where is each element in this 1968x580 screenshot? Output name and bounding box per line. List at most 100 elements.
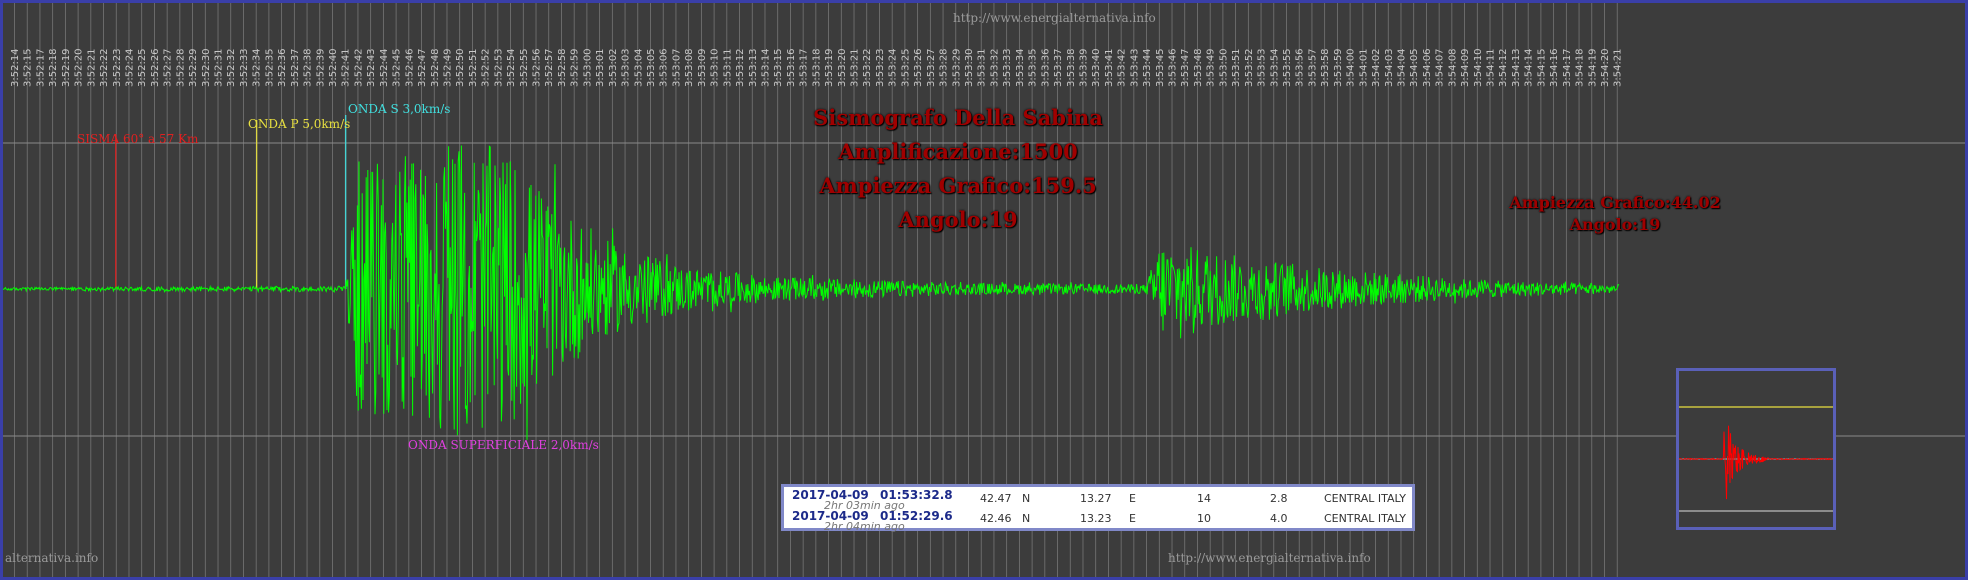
table-row[interactable]: 2017-04-09 01:53:32.8 2hr 03min ago 42.4… (784, 488, 1412, 512)
x-tick-label: 3:52:26 (150, 48, 161, 87)
x-tick-label: 3:52:45 (392, 48, 403, 87)
x-tick-label: 3:53:36 (1040, 48, 1051, 87)
x-tick-label: 3:52:23 (112, 48, 123, 87)
x-tick-label: 3:52:28 (175, 48, 186, 87)
x-tick-label: 3:52:21 (86, 48, 97, 87)
x-tick-label: 3:52:48 (430, 48, 441, 87)
x-tick-label: 3:54:20 (1600, 48, 1611, 87)
quake-lat-dir: N (1022, 512, 1031, 525)
x-tick-label: 3:53:17 (799, 48, 810, 87)
x-tick-label: 3:54:06 (1422, 48, 1433, 87)
x-tick-label: 3:53:50 (1218, 48, 1229, 87)
x-tick-label: 3:54:15 (1536, 48, 1547, 87)
quake-lon-dir: E (1129, 492, 1136, 505)
waveform-thumbnail[interactable] (1676, 368, 1836, 530)
x-tick-label: 3:54:05 (1409, 48, 1420, 87)
x-tick-label: 3:53:08 (684, 48, 695, 87)
x-tick-label: 3:52:31 (214, 48, 225, 87)
x-tick-label: 3:53:47 (1180, 48, 1191, 87)
title-line-2: Amplificazione:1500 (838, 139, 1078, 164)
x-tick-label: 3:53:10 (710, 48, 721, 87)
quake-mag: 4.0 (1270, 512, 1288, 525)
x-tick-label: 3:53:18 (811, 48, 822, 87)
x-tick-label: 3:52:30 (201, 48, 212, 87)
x-tick-label: 3:53:52 (1244, 48, 1255, 87)
x-tick-label: 3:52:17 (35, 48, 46, 87)
x-tick-label: 3:52:18 (48, 48, 59, 87)
thumbnail-trace (1678, 425, 1834, 500)
title-line-4: Angolo:19 (898, 207, 1018, 232)
x-tick-label: 3:54:07 (1435, 48, 1446, 87)
x-tick-label: 3:53:29 (951, 48, 962, 87)
x-tick-label: 3:54:13 (1511, 48, 1522, 87)
x-tick-label: 3:54:10 (1473, 48, 1484, 87)
second-title-line-1: Ampiezza Grafico:44.02 (1509, 193, 1721, 212)
x-tick-label: 3:53:54 (1269, 48, 1280, 87)
second-title-line-2: Angolo:19 (1569, 215, 1661, 234)
url-watermark-bottom-left: alternativa.info (5, 551, 99, 565)
x-tick-label: 3:53:03 (621, 48, 632, 87)
x-tick-label: 3:52:41 (341, 48, 352, 87)
x-tick-label: 3:52:50 (455, 48, 466, 87)
x-tick-label: 3:53:09 (697, 48, 708, 87)
x-tick-label: 3:52:37 (290, 48, 301, 87)
s-wave-label: ONDA S 3,0km/s (348, 102, 451, 116)
x-tick-label: 3:52:15 (23, 48, 34, 87)
x-tick-label: 3:53:33 (1002, 48, 1013, 87)
x-tick-label: 3:54:09 (1460, 48, 1471, 87)
x-tick-label: 3:53:00 (582, 48, 593, 87)
x-tick-label: 3:53:44 (1142, 48, 1153, 87)
x-tick-label: 3:52:54 (506, 48, 517, 87)
x-tick-label: 3:53:01 (595, 48, 606, 87)
x-tick-label: 3:52:47 (417, 48, 428, 87)
x-tick-label: 3:53:15 (773, 48, 784, 87)
x-tick-label: 3:52:59 (570, 48, 581, 87)
x-tick-label: 3:53:31 (977, 48, 988, 87)
x-tick-label: 3:53:46 (1168, 48, 1179, 87)
quake-lat-dir: N (1022, 492, 1031, 505)
x-tick-label: 3:52:56 (532, 48, 543, 87)
x-tick-label: 3:52:32 (226, 48, 237, 87)
x-tick-label: 3:53:25 (900, 48, 911, 87)
x-tick-label: 3:53:45 (1155, 48, 1166, 87)
x-tick-label: 3:53:14 (760, 48, 771, 87)
x-tick-label: 3:53:06 (659, 48, 670, 87)
quake-region: CENTRAL ITALY (1324, 512, 1406, 525)
x-tick-label: 3:54:18 (1575, 48, 1586, 87)
x-tick-label: 3:53:34 (1015, 48, 1026, 87)
x-tick-label: 3:53:41 (1104, 48, 1115, 87)
x-tick-label: 3:53:49 (1206, 48, 1217, 87)
x-tick-label: 3:52:25 (137, 48, 148, 87)
x-tick-label: 3:53:57 (1307, 48, 1318, 87)
surface-wave-label: ONDA SUPERFICIALE 2,0km/s (408, 438, 599, 452)
x-tick-label: 3:53:12 (735, 48, 746, 87)
url-watermark-bottom-right: http://www.energialternativa.info (1168, 551, 1371, 565)
earthquake-table: 2017-04-09 01:53:32.8 2hr 03min ago 42.4… (781, 484, 1415, 533)
url-watermark-top: http://www.energialternativa.info (953, 11, 1156, 25)
x-tick-label: 3:54:00 (1346, 48, 1357, 87)
x-tick-label: 3:52:38 (303, 48, 314, 87)
x-tick-label: 3:54:16 (1549, 48, 1560, 87)
x-tick-label: 3:52:39 (315, 48, 326, 87)
x-tick-label: 3:53:13 (748, 48, 759, 87)
x-tick-label: 3:53:04 (633, 48, 644, 87)
table-row[interactable]: 2017-04-09 01:52:29.6 2hr 04min ago 42.4… (784, 509, 1412, 533)
x-tick-label: 3:52:36 (277, 48, 288, 87)
quake-lat: 42.46 (980, 512, 1012, 525)
x-tick-label: 3:52:55 (519, 48, 530, 87)
x-tick-label: 3:53:05 (646, 48, 657, 87)
x-tick-label: 3:54:17 (1562, 48, 1573, 87)
x-tick-label: 3:54:14 (1524, 48, 1535, 87)
x-tick-label: 3:53:39 (1078, 48, 1089, 87)
x-tick-label: 3:53:23 (875, 48, 886, 87)
x-tick-label: 3:53:56 (1295, 48, 1306, 87)
quake-depth: 10 (1197, 512, 1211, 525)
x-tick-label: 3:52:40 (328, 48, 339, 87)
x-tick-label: 3:53:20 (837, 48, 848, 87)
x-tick-label: 3:54:12 (1498, 48, 1509, 87)
x-tick-label: 3:54:03 (1384, 48, 1395, 87)
x-tick-label: 3:52:43 (366, 48, 377, 87)
x-tick-label: 3:53:43 (1129, 48, 1140, 87)
x-tick-label: 3:53:28 (939, 48, 950, 87)
x-tick-label: 3:53:38 (1066, 48, 1077, 87)
